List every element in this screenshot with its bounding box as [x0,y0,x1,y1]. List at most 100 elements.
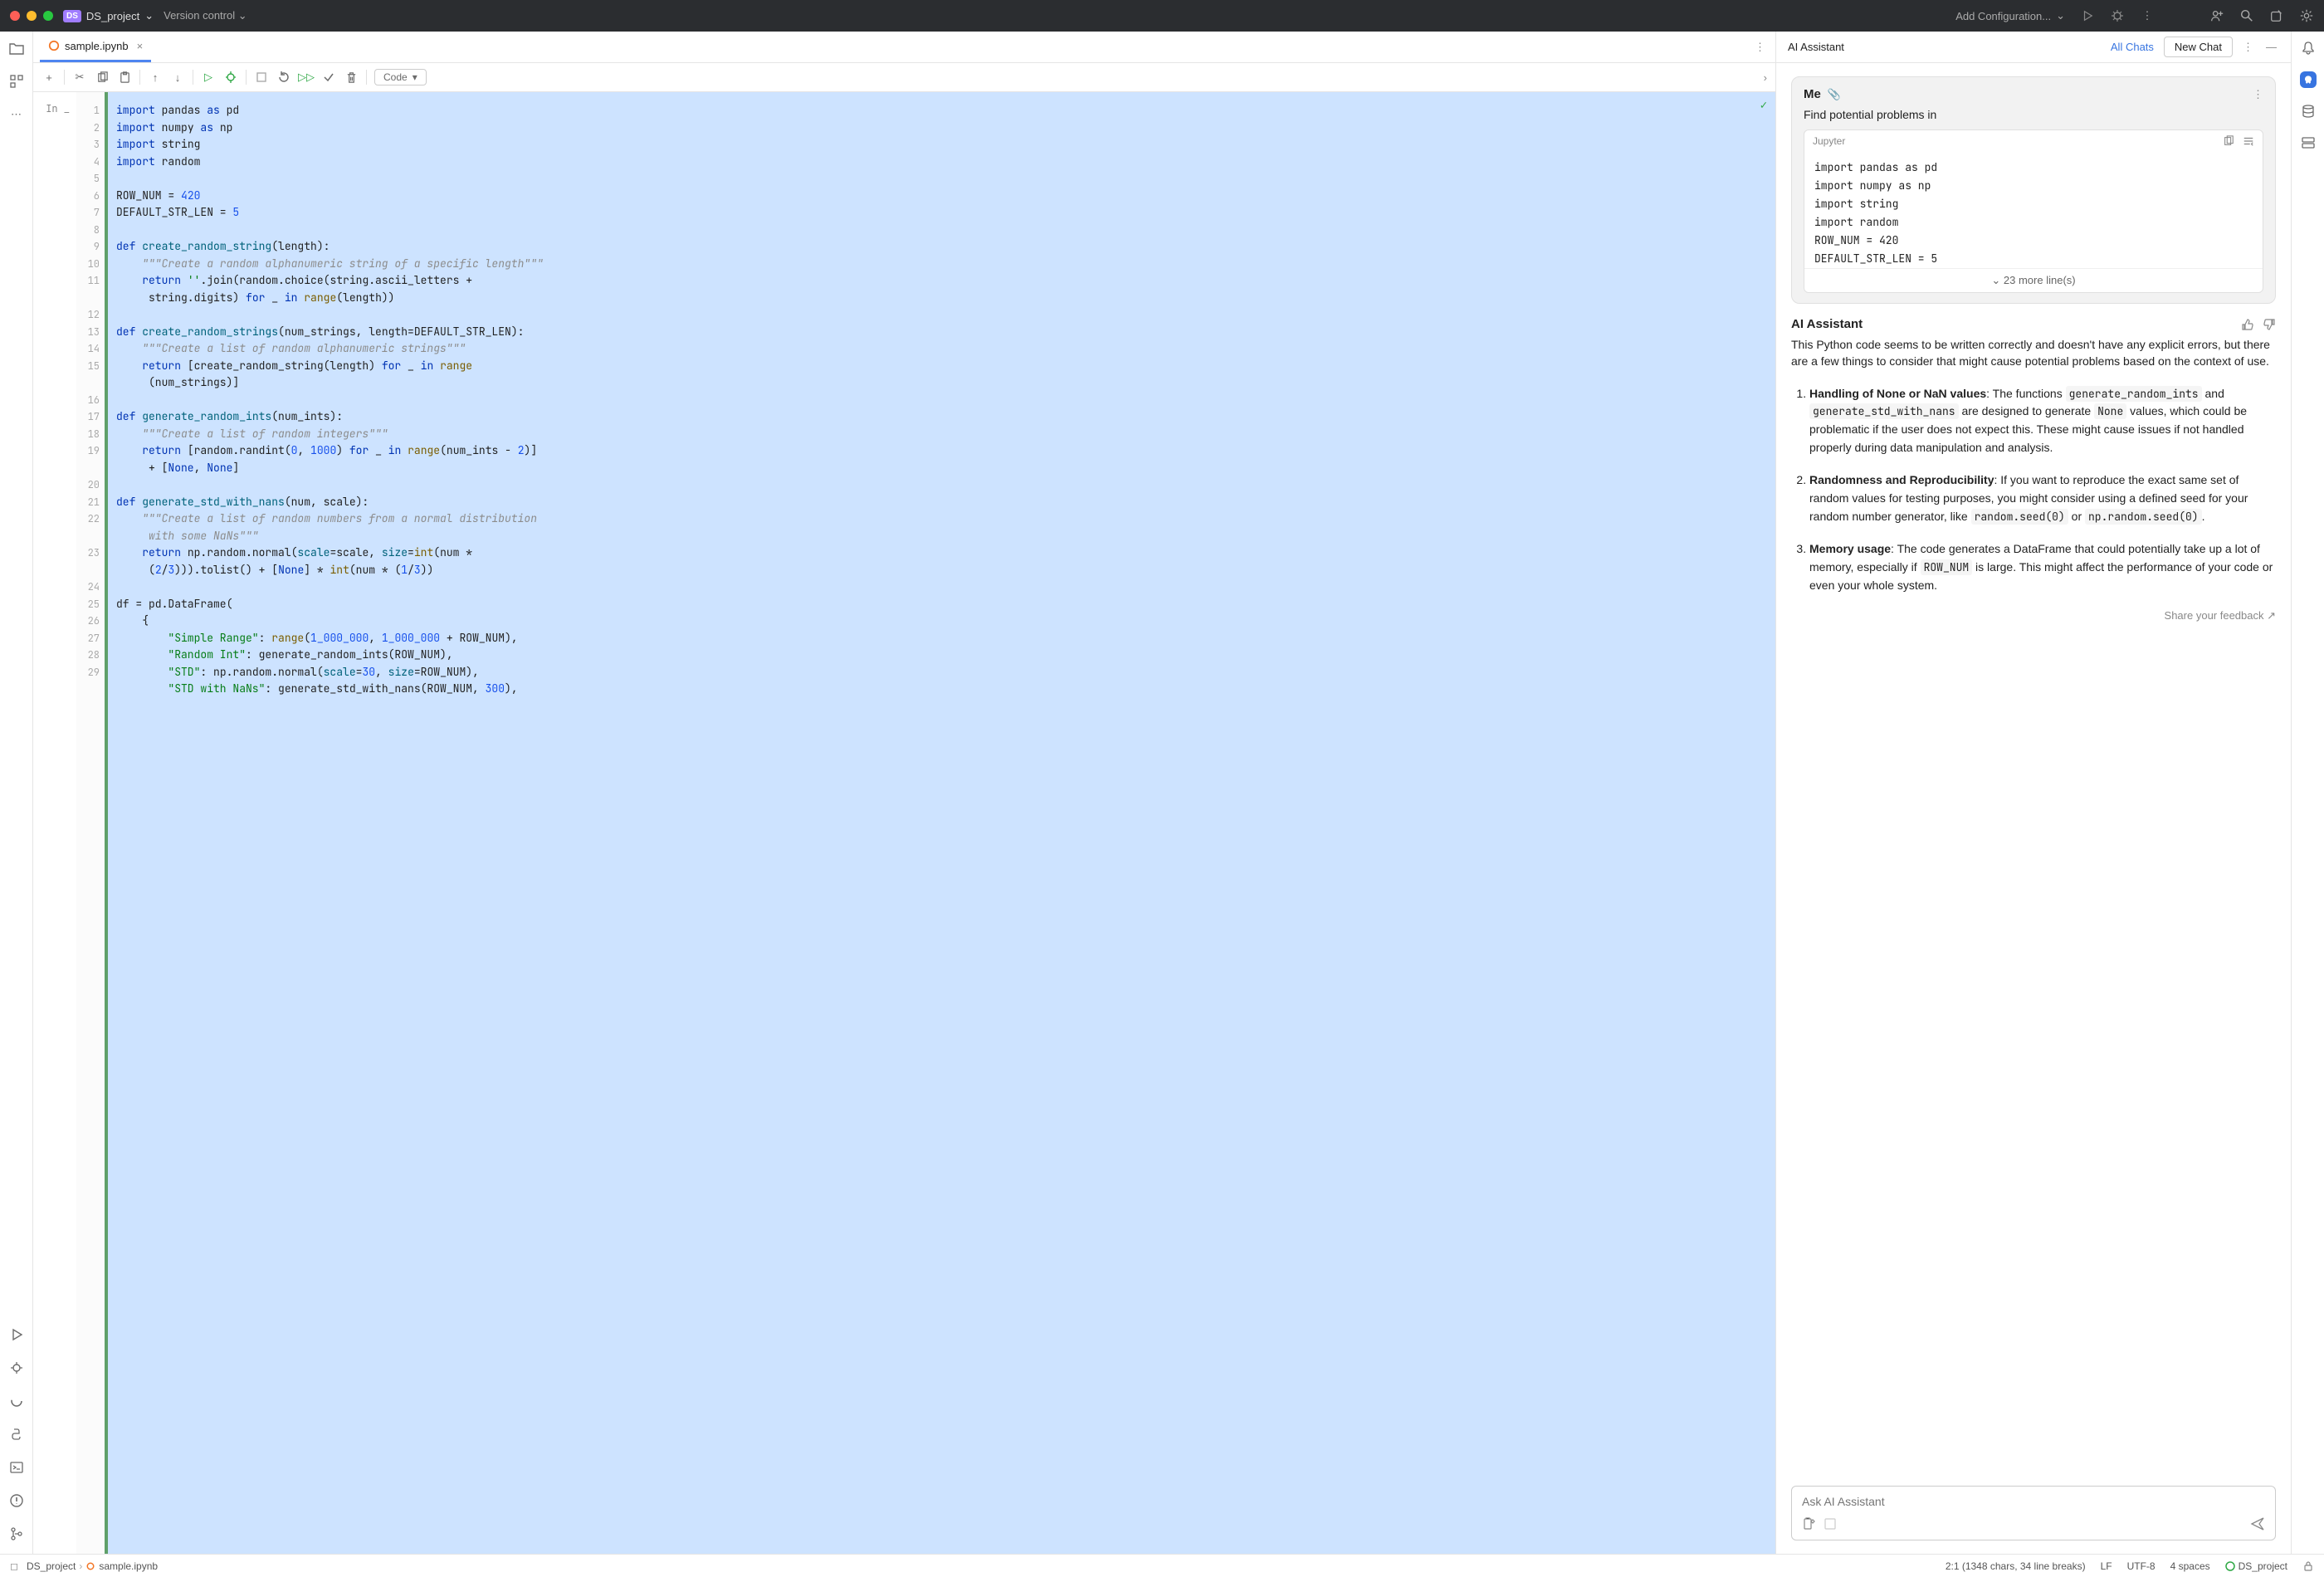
tab-label: sample.ipynb [65,40,129,52]
window-controls [10,11,53,21]
code-cell-content[interactable]: ✓import pandas as pd import numpy as np … [108,92,1775,1554]
lock-icon[interactable] [2302,1560,2314,1572]
user-message-menu[interactable]: ⋮ [2253,88,2263,101]
problems-tool-icon[interactable] [8,1492,25,1509]
run-config-label: Add Configuration... [1955,10,2051,22]
snippet-code-content: import pandas as pd import numpy as np i… [1804,152,2263,268]
thumbs-up-button[interactable] [2241,318,2254,331]
cell-type-selector[interactable]: Code ▾ [374,69,427,85]
python-console-icon[interactable] [8,1426,25,1443]
status-bar: ◻ DS_project › sample.ipynb 2:1 (1348 ch… [0,1554,2324,1577]
structure-tool-icon[interactable] [8,73,25,90]
editor-column: sample.ipynb × ⋮ + ✂ ↑ ↓ ▷ ▷▷ [33,32,1776,1554]
line-number-gutter: 1234567891011 12131415 16171819 202122 2… [76,92,108,1554]
paste-cell-button[interactable] [117,70,132,85]
attachment-icon: 📎 [1828,88,1841,101]
breadcrumb[interactable]: DS_project › sample.ipynb [27,1560,158,1572]
more-actions-button[interactable]: ⋮ [2140,8,2155,23]
response-list: Handling of None or NaN values: The func… [1791,385,2276,595]
cursor-position[interactable]: 2:1 (1348 chars, 34 line breaks) [1946,1560,2086,1572]
notifications-icon[interactable] [2300,40,2317,56]
close-window-button[interactable] [10,11,20,21]
insert-snippet-button[interactable] [2243,135,2254,147]
close-tab-button[interactable]: × [137,40,144,52]
project-selector[interactable]: DS DS_project ⌄ [63,9,154,22]
assistant-title: AI Assistant [1788,41,1844,53]
send-button[interactable] [2250,1516,2265,1531]
attach-context-button[interactable] [1824,1517,1837,1531]
user-message-text: Find potential problems in [1804,108,2263,121]
clear-output-button[interactable] [321,70,336,85]
assistant-input-box[interactable] [1791,1486,2276,1540]
jupyter-vars-icon[interactable] [2300,134,2317,151]
updates-icon[interactable] [2269,8,2284,23]
cell-type-label: Code [383,71,408,83]
stop-button[interactable] [254,70,269,85]
debug-button[interactable] [2110,8,2125,23]
attach-file-button[interactable] [1802,1517,1815,1531]
new-chat-button[interactable]: New Chat [2164,37,2233,57]
ai-assistant-panel: AI Assistant All Chats New Chat ⋮ — Me 📎… [1776,32,2291,1554]
cut-cell-button[interactable]: ✂ [72,70,87,85]
code-editor[interactable]: In _ 1234567891011 12131415 16171819 202… [33,92,1775,1554]
tool-window-button[interactable]: ◻ [10,1560,18,1572]
assistant-response: AI Assistant This Python code seems to b… [1791,317,2276,622]
database-tool-icon[interactable] [2300,103,2317,120]
breadcrumb-file: sample.ipynb [99,1560,158,1572]
copy-snippet-button[interactable] [2223,135,2234,147]
titlebar: DS DS_project ⌄ Version control ⌄ Add Co… [0,0,2324,32]
project-tool-icon[interactable] [8,40,25,56]
editor-tabs: sample.ipynb × ⋮ [33,32,1775,63]
all-chats-link[interactable]: All Chats [2111,41,2154,53]
settings-icon[interactable] [2299,8,2314,23]
minimize-window-button[interactable] [27,11,37,21]
jupyter-icon [85,1561,95,1571]
file-encoding[interactable]: UTF-8 [2127,1560,2156,1572]
run-config-selector[interactable]: Add Configuration... ⌄ [1955,9,2065,22]
tab-overflow-button[interactable]: ⋮ [1751,41,1769,54]
assistant-more-button[interactable]: ⋮ [2243,41,2256,54]
list-item: Memory usage: The code generates a DataF… [1809,540,2276,594]
share-feedback-link[interactable]: Share your feedback ↗ [1791,609,2276,622]
indent-setting[interactable]: 4 spaces [2170,1560,2210,1572]
ai-assistant-tool-icon[interactable] [2300,71,2317,88]
vcs-tool-icon[interactable] [8,1526,25,1542]
run-all-button[interactable]: ▷▷ [299,70,314,85]
attached-code-snippet: Jupyter import pandas as pd import numpy… [1804,129,2263,293]
collaborate-icon[interactable] [2209,8,2224,23]
run-button[interactable] [2080,8,2095,23]
run-cell-button[interactable]: ▷ [201,70,216,85]
assistant-minimize-button[interactable]: — [2266,41,2279,53]
user-label: Me [1804,87,1821,101]
more-tools-icon[interactable]: ⋯ [8,106,25,123]
interpreter-selector[interactable]: DS_project [2225,1560,2287,1572]
debug-tool-icon[interactable] [8,1360,25,1376]
tab-sample-ipynb[interactable]: sample.ipynb × [40,32,151,62]
cell-toolbar: + ✂ ↑ ↓ ▷ ▷▷ Code ▾ [33,63,1775,92]
vcs-label: Version control [164,9,235,22]
debug-cell-button[interactable] [223,70,238,85]
chevron-down-icon: ⌄ [238,9,247,22]
list-item: Randomness and Reproducibility: If you w… [1809,471,2276,525]
toolbar-overflow-button[interactable]: › [1764,71,1767,84]
vcs-selector[interactable]: Version control ⌄ [164,9,247,22]
chevron-down-icon: ⌄ [2056,9,2065,22]
assistant-text-input[interactable] [1802,1495,2265,1508]
inspection-ok-icon: ✓ [1760,97,1767,115]
add-cell-button[interactable]: + [42,70,56,85]
search-icon[interactable] [2239,8,2254,23]
services-tool-icon[interactable] [8,1326,25,1343]
right-tool-rail [2291,32,2324,1554]
restart-button[interactable] [276,70,291,85]
maximize-window-button[interactable] [43,11,53,21]
progress-tool-icon[interactable] [8,1393,25,1409]
move-down-button[interactable]: ↓ [170,70,185,85]
thumbs-down-button[interactable] [2263,318,2276,331]
copy-cell-button[interactable] [95,70,110,85]
line-separator[interactable]: LF [2101,1560,2112,1572]
delete-cell-button[interactable] [344,70,359,85]
move-up-button[interactable]: ↑ [148,70,163,85]
chevron-down-icon: ▾ [413,71,417,83]
terminal-tool-icon[interactable] [8,1459,25,1476]
expand-snippet-button[interactable]: ⌄ 23 more line(s) [1804,268,2263,292]
